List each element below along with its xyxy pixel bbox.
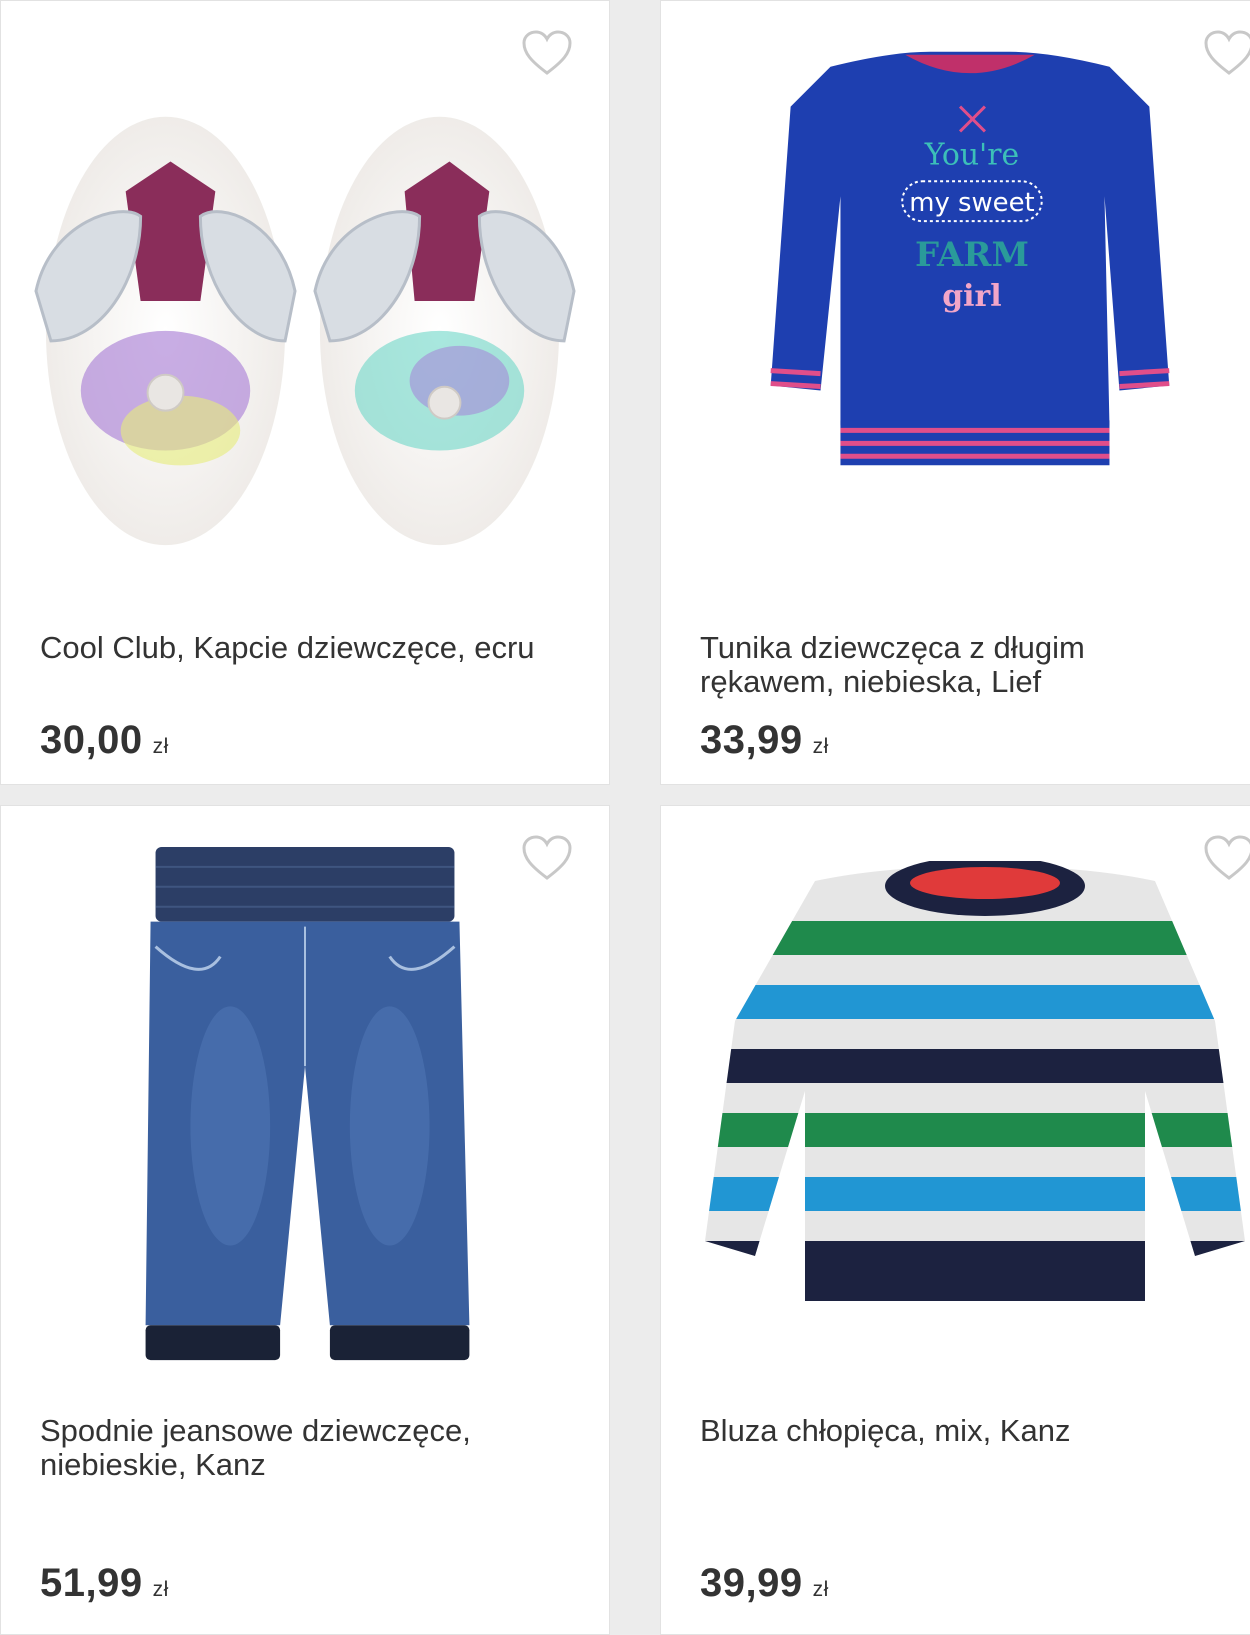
- product-card[interactable]: Cool Club, Kapcie dziewczęce, ecru 30,00…: [0, 0, 610, 785]
- product-title[interactable]: Cool Club, Kapcie dziewczęce, ecru: [40, 631, 569, 665]
- product-price: 51,99 zł: [40, 1561, 169, 1606]
- print-line-1: You're: [924, 137, 1020, 172]
- product-title[interactable]: Bluza chłopięca, mix, Kanz: [700, 1414, 1229, 1448]
- product-price: 33,99 zł: [700, 718, 829, 763]
- product-card[interactable]: Spodnie jeansowe dziewczęce, niebieskie,…: [0, 805, 610, 1635]
- price-currency: zł: [812, 1578, 829, 1601]
- slippers-image[interactable]: [31, 41, 579, 581]
- product-price: 30,00 zł: [40, 718, 169, 763]
- print-line-4: girl: [942, 279, 1001, 314]
- price-currency: zł: [152, 1578, 169, 1601]
- price-value: 51,99: [40, 1561, 143, 1605]
- print-line-2: my sweet: [909, 188, 1034, 218]
- jeans-image[interactable]: [31, 846, 579, 1366]
- product-card[interactable]: You're my sweet FARM girl Tunika dziewcz…: [660, 0, 1250, 785]
- product-price: 39,99 zł: [700, 1561, 829, 1606]
- price-currency: zł: [812, 735, 829, 758]
- price-value: 33,99: [700, 718, 803, 762]
- blue-sweatshirt-image[interactable]: You're my sweet FARM girl: [691, 46, 1239, 476]
- product-card[interactable]: Bluza chłopięca, mix, Kanz 39,99 zł: [660, 805, 1250, 1635]
- product-title[interactable]: Spodnie jeansowe dziewczęce, niebieskie,…: [40, 1414, 569, 1482]
- price-value: 30,00: [40, 718, 143, 762]
- price-value: 39,99: [700, 1561, 803, 1605]
- print-line-3: FARM: [915, 234, 1029, 274]
- price-currency: zł: [152, 735, 169, 758]
- striped-sweatshirt-image[interactable]: [701, 856, 1250, 1321]
- product-title[interactable]: Tunika dziewczęca z długim rękawem, nieb…: [700, 631, 1179, 699]
